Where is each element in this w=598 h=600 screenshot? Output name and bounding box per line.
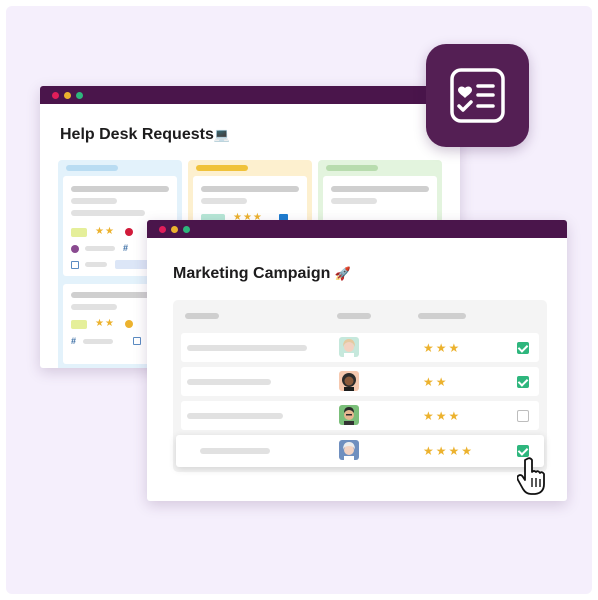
avatar — [339, 440, 359, 460]
close-dot[interactable] — [52, 91, 59, 99]
close-dot[interactable] — [159, 225, 166, 233]
avatar — [339, 405, 359, 425]
marketing-titlebar — [147, 220, 567, 238]
help-desk-titlebar — [40, 86, 460, 104]
maximize-dot[interactable] — [183, 225, 190, 233]
campaign-table: ★★★ ★★ ★★★ ★★★★ — [173, 300, 547, 472]
table-row[interactable]: ★★★ — [181, 333, 539, 362]
table-row[interactable]: ★★ — [181, 367, 539, 396]
help-desk-title: Help Desk Requests💻 — [60, 126, 230, 144]
help-desk-title-text: Help Desk Requests — [60, 126, 214, 143]
status-dot-icon — [125, 228, 133, 236]
marketing-title: Marketing Campaign 🚀 — [173, 265, 351, 283]
row-rating: ★★★ — [423, 409, 462, 423]
status-dot-icon — [125, 320, 133, 328]
row-rating: ★★★★ — [423, 444, 475, 458]
hashtag-icon: # — [71, 336, 77, 346]
card-rating: ★★ — [95, 318, 115, 329]
column-header — [66, 165, 118, 171]
minimize-dot[interactable] — [64, 91, 71, 99]
table-row-hovered[interactable]: ★★★★ — [176, 435, 544, 467]
row-checkbox[interactable] — [517, 342, 529, 354]
row-checkbox[interactable] — [517, 376, 529, 388]
calendar-icon — [133, 337, 141, 345]
avatar — [339, 337, 359, 357]
card-rating: ★★ — [95, 226, 115, 237]
row-checkbox[interactable] — [517, 410, 529, 422]
checklist-app-icon[interactable] — [426, 44, 529, 147]
marketing-title-text: Marketing Campaign — [173, 265, 331, 282]
calendar-icon — [71, 261, 79, 269]
maximize-dot[interactable] — [76, 91, 83, 99]
column-header — [326, 165, 378, 171]
row-rating: ★★★ — [423, 341, 462, 355]
hand-pointer-cursor-icon — [516, 456, 551, 501]
checklist-icon — [450, 68, 505, 123]
minimize-dot[interactable] — [171, 225, 178, 233]
laptop-icon: 💻 — [213, 127, 231, 142]
row-rating: ★★ — [423, 375, 449, 389]
column-header — [196, 165, 248, 171]
column-header-name — [185, 313, 219, 319]
avatar — [339, 371, 359, 391]
table-row[interactable]: ★★★ — [181, 401, 539, 430]
rocket-icon: 🚀 — [334, 266, 351, 281]
column-header-rating — [418, 313, 466, 319]
marketing-campaign-window: Marketing Campaign 🚀 ★★★ ★★ ★★★ ★★★★ — [147, 220, 567, 501]
hashtag-icon: # — [123, 243, 129, 253]
avatar-icon — [71, 245, 79, 253]
column-header-owner — [337, 313, 371, 319]
